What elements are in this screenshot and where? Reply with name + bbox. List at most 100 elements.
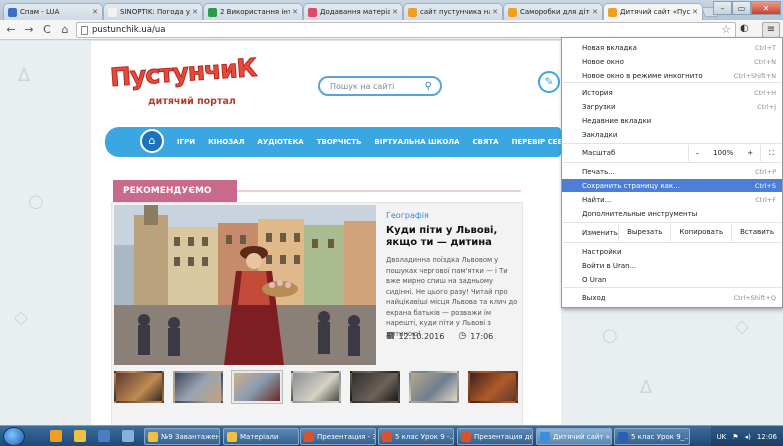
zoom-out-button[interactable]: – bbox=[689, 149, 707, 157]
menu-item[interactable]: Новое окно в режиме инкогнито Ctrl+Shift+… bbox=[562, 69, 782, 82]
back-button[interactable]: ← bbox=[4, 23, 18, 36]
menu-item[interactable]: Новая вкладка Ctrl+T bbox=[562, 41, 782, 54]
tab-close-icon[interactable]: ✕ bbox=[392, 8, 398, 16]
tab-close-icon[interactable]: ✕ bbox=[92, 8, 98, 16]
start-button[interactable] bbox=[3, 427, 25, 446]
taskbar-button[interactable]: 5 клас Урок 9 -... bbox=[378, 428, 454, 445]
nav-item[interactable]: АУДІОТЕКА bbox=[257, 138, 303, 146]
windows-taskbar: №9 Завантажен... Матеріали Презентация - 3… bbox=[0, 425, 783, 446]
forward-button[interactable]: → bbox=[22, 23, 36, 36]
article-thumbnails bbox=[114, 370, 518, 405]
nav-item[interactable]: ПЕРЕВІР СЕБЕ bbox=[512, 138, 568, 146]
browser-tab[interactable]: Додавання матеріалу✕ bbox=[303, 3, 403, 20]
nav-item[interactable]: ТВОРЧІСТЬ bbox=[317, 138, 362, 146]
taskbar-button-label: Презентация до ... bbox=[474, 432, 533, 441]
menu-item[interactable]: Новое окно Ctrl+N bbox=[562, 55, 782, 68]
thumbnail[interactable] bbox=[291, 371, 341, 403]
taskbar-button[interactable]: Презентация до ... bbox=[457, 428, 533, 445]
clock[interactable]: 12:06 bbox=[757, 433, 777, 441]
menu-item[interactable]: Закладки bbox=[562, 128, 782, 141]
tab-close-icon[interactable]: ✕ bbox=[492, 8, 498, 16]
menu-item[interactable]: Недавние вкладки bbox=[562, 114, 782, 127]
tab-close-icon[interactable]: ✕ bbox=[692, 8, 698, 16]
volume-icon[interactable]: ◂) bbox=[745, 433, 751, 441]
menu-item[interactable]: Найти... Ctrl+F bbox=[562, 193, 782, 206]
search-input[interactable]: Пошук на сайті bbox=[330, 82, 425, 91]
browser-tab[interactable]: сайт пустунчика на у✕ bbox=[403, 3, 503, 20]
reload-button[interactable]: C bbox=[40, 23, 54, 36]
menu-item[interactable]: Войти в Uran... bbox=[562, 259, 782, 272]
app-icon bbox=[540, 431, 550, 442]
thumbnail[interactable] bbox=[173, 371, 223, 403]
featured-article-photo[interactable] bbox=[114, 205, 376, 365]
bookmark-star-icon[interactable]: ☆ bbox=[721, 23, 731, 37]
thumbnail[interactable] bbox=[350, 371, 400, 403]
nav-item[interactable]: СВЯТА bbox=[473, 138, 499, 146]
window-controls: – ▭ ✕ bbox=[713, 1, 781, 15]
article-category-link[interactable]: Географія bbox=[386, 211, 518, 220]
featured-article-card: Географія Куди піти у Львові, якщо ти — … bbox=[111, 202, 523, 425]
quick-launch-icon[interactable] bbox=[98, 430, 110, 442]
zoom-in-button[interactable]: + bbox=[740, 149, 760, 157]
nav-item[interactable]: КІНОЗАЛ bbox=[208, 138, 244, 146]
home-icon[interactable]: ⌂ bbox=[140, 129, 164, 153]
quick-launch-icon[interactable] bbox=[122, 430, 134, 442]
tab-close-icon[interactable]: ✕ bbox=[192, 8, 198, 16]
article-excerpt: Дволадинна поїздка Львовом у пошуках чер… bbox=[386, 256, 518, 338]
close-window-button[interactable]: ✕ bbox=[751, 1, 781, 15]
menu-item-shortcut: Ctrl+T bbox=[755, 43, 776, 52]
menu-item[interactable]: Дополнительные инструменты bbox=[562, 207, 782, 220]
minimize-button[interactable]: – bbox=[713, 1, 732, 15]
browser-tab[interactable]: Дитячий сайт «Пусту✕ bbox=[603, 3, 703, 20]
menu-separator bbox=[563, 287, 782, 288]
browser-tab[interactable]: Саморобки для дітей✕ bbox=[503, 3, 603, 20]
flag-icon[interactable]: ⚑ bbox=[732, 433, 738, 441]
menu-item[interactable]: О Uran bbox=[562, 273, 782, 286]
thumbnail[interactable] bbox=[114, 371, 164, 403]
menu-item[interactable]: Печать... Ctrl+P bbox=[562, 165, 782, 178]
chrome-menu-button[interactable]: ≡ bbox=[762, 22, 780, 38]
extension-icon[interactable]: ◐ bbox=[740, 23, 749, 34]
thumbnail-selected[interactable] bbox=[231, 370, 283, 404]
pencil-icon[interactable]: ✎ bbox=[538, 71, 560, 93]
copy-button[interactable]: Копировать bbox=[670, 224, 731, 241]
recommend-header: РЕКОМЕНДУЄМО bbox=[113, 180, 237, 202]
language-indicator[interactable]: UK bbox=[717, 433, 727, 441]
cut-button[interactable]: Вырезать bbox=[618, 224, 670, 241]
home-button[interactable]: ⌂ bbox=[58, 23, 72, 36]
menu-item[interactable]: Настройки bbox=[562, 245, 782, 258]
nav-item[interactable]: ВІРТУАЛЬНА ШКОЛА bbox=[374, 138, 459, 146]
taskbar-button[interactable]: Презентация - 3... bbox=[300, 428, 376, 445]
browser-tab[interactable]: 2 Використання інтел✕ bbox=[203, 3, 303, 20]
menu-item-exit[interactable]: Выход Ctrl+Shift+Q bbox=[562, 291, 782, 304]
search-icon[interactable]: ⚲ bbox=[425, 81, 432, 92]
nav-item[interactable]: ІГРИ bbox=[177, 138, 195, 146]
site-nav: ⌂ ІГРИ КІНОЗАЛ АУДІОТЕКА ТВОРЧІСТЬ ВІРТУАЛЬН… bbox=[105, 123, 603, 161]
browser-tab[interactable]: SINOPTIK: Погода у Т ✕ bbox=[103, 3, 203, 20]
thumbnail[interactable] bbox=[468, 371, 518, 403]
background-doodle: ○ bbox=[602, 325, 618, 346]
menu-item[interactable]: Загрузки Ctrl+J bbox=[562, 100, 782, 113]
taskbar-button[interactable]: 5 клас Урок 9_... bbox=[614, 428, 690, 445]
article-headline[interactable]: Куди піти у Львові, якщо ти — дитина bbox=[386, 225, 518, 249]
tab-close-icon[interactable]: ✕ bbox=[592, 8, 598, 16]
tab-label: Саморобки для дітей bbox=[520, 8, 590, 16]
fullscreen-icon[interactable]: ⛶ bbox=[760, 145, 782, 161]
app-icon bbox=[382, 431, 392, 442]
quick-launch-icon[interactable] bbox=[50, 430, 62, 442]
taskbar-button[interactable]: Матеріали bbox=[223, 428, 299, 445]
menu-item[interactable]: Сохранить страницу как... Ctrl+S bbox=[562, 179, 782, 192]
menu-item[interactable]: История Ctrl+H bbox=[562, 86, 782, 99]
taskbar-button[interactable]: №9 Завантажен... bbox=[144, 428, 220, 445]
menu-item-label: Загрузки bbox=[582, 102, 616, 111]
paste-button[interactable]: Вставить bbox=[731, 224, 782, 241]
maximize-button[interactable]: ▭ bbox=[732, 1, 751, 15]
browser-tab[interactable]: Спам - LUA ✕ bbox=[3, 3, 103, 20]
address-bar[interactable]: pustunchik.ua/ua ☆ bbox=[76, 22, 736, 38]
tab-close-icon[interactable]: ✕ bbox=[292, 8, 298, 16]
site-logo[interactable]: ПустунчиК дитячий портал bbox=[109, 52, 280, 116]
site-search[interactable]: Пошук на сайті ⚲ bbox=[318, 76, 442, 96]
taskbar-button[interactable]: Дитячий сайт «... bbox=[536, 428, 612, 445]
quick-launch-icon[interactable] bbox=[74, 430, 86, 442]
thumbnail[interactable] bbox=[409, 371, 459, 403]
